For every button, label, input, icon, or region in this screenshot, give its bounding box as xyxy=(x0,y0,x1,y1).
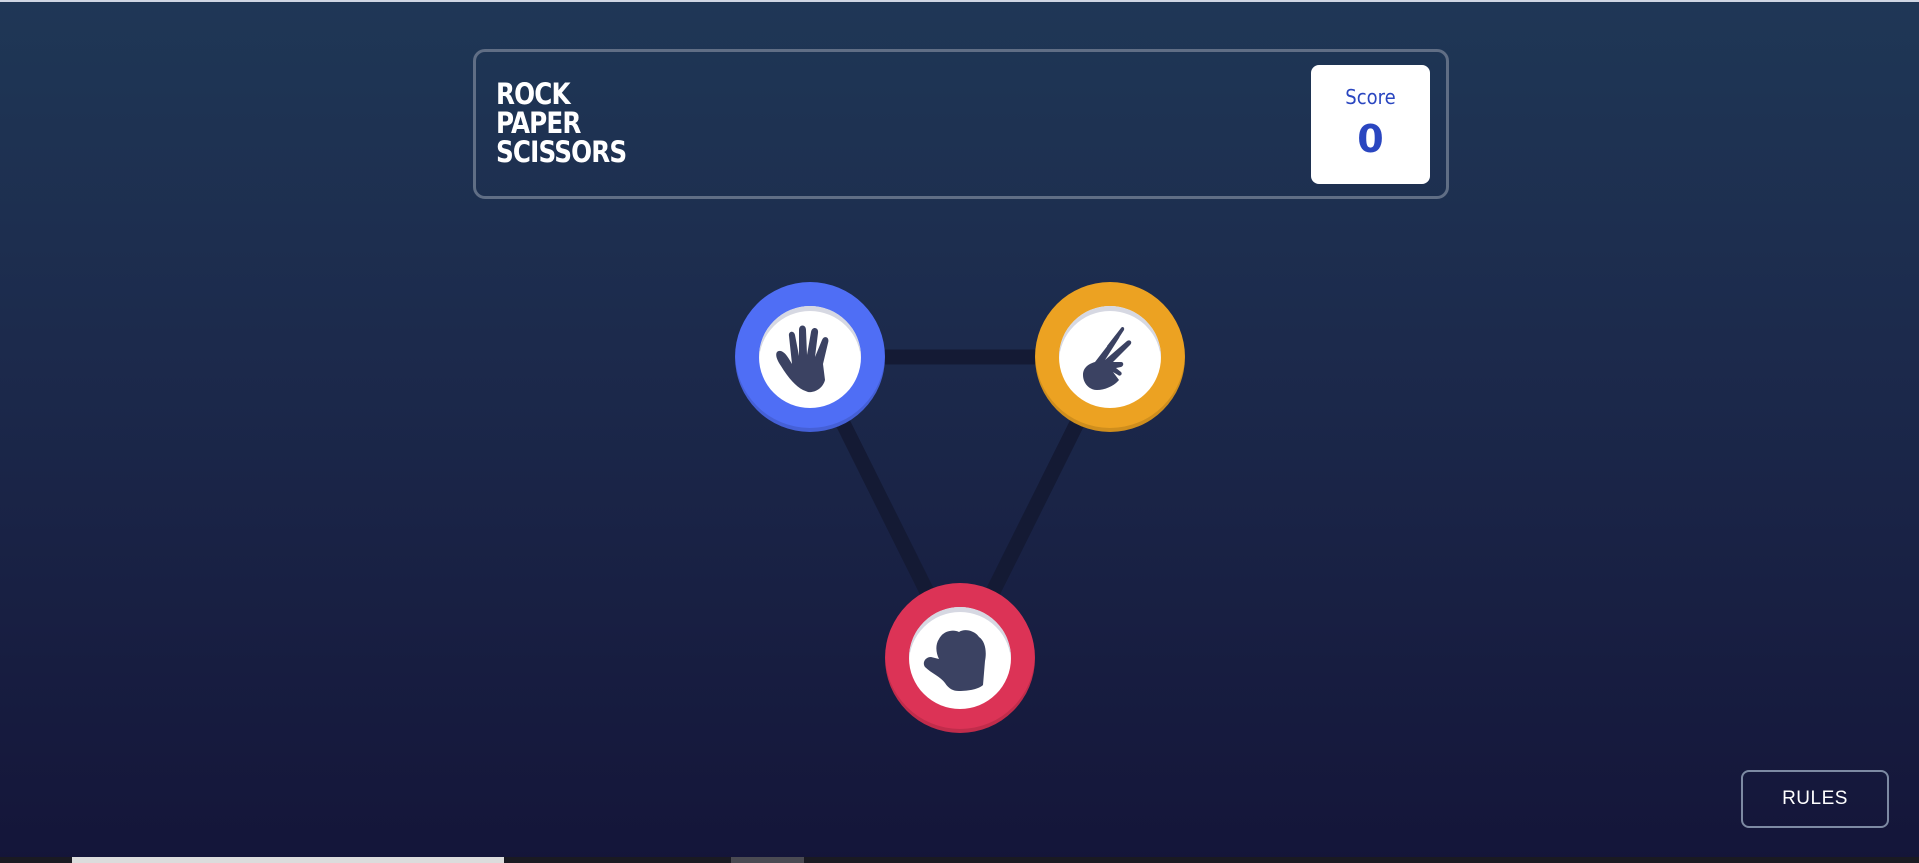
rock-button[interactable] xyxy=(885,583,1035,733)
taskbar-segment-active xyxy=(72,857,504,863)
paper-button[interactable] xyxy=(735,282,885,432)
title-line-scissors: SCISSORS xyxy=(496,135,627,169)
game-header: ROCK PAPER SCISSORS Score 0 xyxy=(473,49,1449,199)
score-label: Score xyxy=(1345,85,1396,109)
scissors-button[interactable] xyxy=(1035,282,1185,432)
score-box: Score 0 xyxy=(1311,65,1430,184)
scissors-token-face xyxy=(1059,306,1161,408)
taskbar-segment-inactive xyxy=(731,857,804,863)
window-top-border xyxy=(0,0,1919,2)
paper-hand-icon xyxy=(776,325,829,393)
taskbar-strip xyxy=(0,857,1919,863)
title-line-paper: PAPER xyxy=(496,106,581,140)
game-title: ROCK PAPER SCISSORS xyxy=(496,77,627,169)
scissors-hand-icon xyxy=(1083,326,1132,390)
paper-token-face xyxy=(759,306,861,408)
rules-button[interactable]: RULES xyxy=(1741,770,1889,828)
rock-token-face xyxy=(909,607,1011,709)
rock-fist-icon xyxy=(923,630,986,691)
title-line-rock: ROCK xyxy=(496,77,571,111)
score-value: 0 xyxy=(1357,117,1384,161)
